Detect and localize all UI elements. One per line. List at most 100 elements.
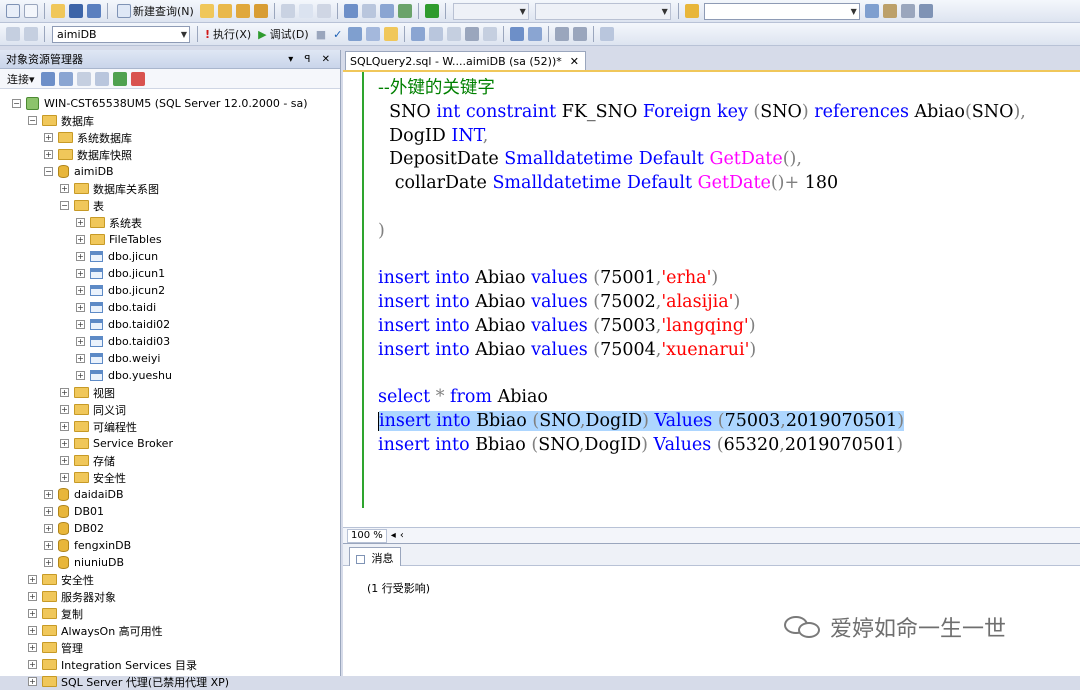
save-icon[interactable] <box>69 4 83 18</box>
expand-icon[interactable]: + <box>76 320 85 329</box>
results-to-grid-icon[interactable] <box>465 27 480 41</box>
tools-icon[interactable] <box>900 4 915 18</box>
expand-icon[interactable]: + <box>60 439 69 448</box>
tree-node[interactable]: + dbo.taidi03 <box>76 333 170 350</box>
window-icon[interactable] <box>918 4 933 18</box>
tree-node[interactable]: + niuniuDB <box>44 554 124 571</box>
mdx-query-icon[interactable] <box>235 4 250 18</box>
expand-icon[interactable]: + <box>44 558 53 567</box>
expand-icon[interactable]: + <box>44 133 53 142</box>
uncomment-icon[interactable] <box>528 27 543 41</box>
collapse-icon[interactable]: − <box>44 167 53 176</box>
expand-icon[interactable]: + <box>76 303 85 312</box>
analysis-query-icon[interactable] <box>217 4 232 18</box>
properties-icon[interactable] <box>882 4 897 18</box>
solution-config-dropdown[interactable]: ▼ <box>452 2 529 20</box>
tab-sqlquery2[interactable]: SQLQuery2.sql - W....aimiDB (sa (52))* ✕ <box>345 51 586 71</box>
tree-node[interactable]: + dbo.weiyi <box>76 350 160 367</box>
tree-node[interactable]: + dbo.taidi <box>76 299 156 316</box>
redo-icon[interactable] <box>361 4 376 18</box>
find-icon[interactable] <box>684 4 699 18</box>
expand-icon[interactable]: + <box>28 575 37 584</box>
zoom-level[interactable]: 100 % <box>347 528 387 543</box>
expand-icon[interactable]: + <box>76 235 85 244</box>
results-to-text-icon[interactable] <box>447 27 462 41</box>
find-in-files-icon[interactable] <box>864 4 879 18</box>
activity-icon[interactable] <box>130 71 145 86</box>
paste-icon[interactable] <box>316 4 331 18</box>
expand-icon[interactable]: + <box>28 643 37 652</box>
save-all-icon[interactable] <box>87 4 101 18</box>
expand-icon[interactable]: + <box>76 269 85 278</box>
query-editor[interactable]: --外键的关键字 SNO int constraint FK_SNO Forei… <box>343 70 1080 527</box>
connect-object-explorer-icon[interactable] <box>40 71 55 86</box>
tree-node[interactable]: + 安全性 <box>60 469 126 486</box>
expand-icon[interactable]: + <box>28 626 37 635</box>
expand-icon[interactable]: + <box>28 609 37 618</box>
collapse-icon[interactable]: − <box>28 116 37 125</box>
tree-node[interactable]: + Service Broker <box>60 435 173 452</box>
start-icon[interactable] <box>424 4 439 18</box>
scroll-left-icon[interactable]: ◂ <box>391 530 396 541</box>
expand-icon[interactable]: + <box>76 252 85 261</box>
display-plan-icon[interactable] <box>348 27 363 41</box>
tree-node[interactable]: − 表 <box>60 197 104 214</box>
tree-node[interactable]: + fengxinDB <box>44 537 131 554</box>
expand-icon[interactable]: + <box>44 150 53 159</box>
filter-icon[interactable] <box>94 71 109 86</box>
debug-button[interactable]: ▶ 调试(D) <box>255 25 312 44</box>
tree-node[interactable]: + AlwaysOn 高可用性 <box>28 622 163 639</box>
expand-icon[interactable]: + <box>44 541 53 550</box>
execute-button[interactable]: ! 执行(X) <box>202 25 254 44</box>
expand-icon[interactable]: + <box>28 660 37 669</box>
tree-node[interactable]: + DB01 <box>44 503 104 520</box>
tree-node[interactable]: + 系统表 <box>76 214 142 231</box>
activity-monitor-icon[interactable] <box>397 4 412 18</box>
cancel-query-button[interactable]: ■ <box>313 25 329 44</box>
code-area[interactable]: --外键的关键字 SNO int constraint FK_SNO Forei… <box>378 77 1026 458</box>
tree-node[interactable]: − aimiDB <box>44 163 114 180</box>
expand-icon[interactable]: + <box>60 456 69 465</box>
tree-node[interactable]: + dbo.jicun2 <box>76 282 165 299</box>
available-databases-dropdown[interactable]: aimiDB ▼ <box>52 25 190 43</box>
tree-node[interactable]: + 数据库关系图 <box>60 180 159 197</box>
cut-icon[interactable] <box>280 4 295 18</box>
results-to-icon[interactable] <box>384 27 399 41</box>
pane-controls[interactable]: ▾ ꟼ ✕ <box>288 54 334 65</box>
expand-icon[interactable]: + <box>76 286 85 295</box>
expand-icon[interactable]: + <box>76 371 85 380</box>
tree-node[interactable]: + 管理 <box>28 639 83 656</box>
query-designer-icon[interactable] <box>366 27 381 41</box>
include-plan-icon[interactable] <box>411 27 426 41</box>
decrease-indent-icon[interactable] <box>555 27 570 41</box>
xmla-query-icon[interactable] <box>253 4 268 18</box>
tab-messages[interactable]: 消息 <box>349 547 401 566</box>
tree-node[interactable]: + FileTables <box>76 231 162 248</box>
refresh-icon[interactable] <box>112 71 127 86</box>
close-icon[interactable]: ✕ <box>570 55 579 71</box>
client-statistics-icon[interactable] <box>429 27 444 41</box>
expand-icon[interactable]: + <box>28 677 37 686</box>
tree-node[interactable]: − WIN-CST65538UM5 (SQL Server 12.0.2000 -… <box>12 95 308 112</box>
tree-node[interactable]: + 存储 <box>60 452 115 469</box>
expand-icon[interactable]: + <box>60 388 69 397</box>
expand-icon[interactable]: + <box>44 524 53 533</box>
tree-node[interactable]: + 服务器对象 <box>28 588 116 605</box>
specify-template-values-icon[interactable] <box>600 27 615 41</box>
expand-icon[interactable]: + <box>28 592 37 601</box>
disconnect-icon[interactable] <box>58 71 73 86</box>
stop-icon[interactable] <box>76 71 91 86</box>
connect-icon[interactable] <box>6 27 20 41</box>
database-engine-query-icon[interactable] <box>199 4 214 18</box>
collapse-icon[interactable]: − <box>60 201 69 210</box>
tree-node[interactable]: + Integration Services 目录 <box>28 656 197 673</box>
results-to-file-icon[interactable] <box>483 27 498 41</box>
tree-node[interactable]: + dbo.jicun1 <box>76 265 165 282</box>
tree-node[interactable]: + 复制 <box>28 605 83 622</box>
tree-node[interactable]: + 可编程性 <box>60 418 137 435</box>
change-connection-icon[interactable] <box>24 27 38 41</box>
new-item-icon[interactable] <box>6 4 20 18</box>
tree-node[interactable]: + dbo.taidi02 <box>76 316 170 333</box>
tree-node[interactable]: + DB02 <box>44 520 104 537</box>
tree-node[interactable]: − 数据库 <box>28 112 94 129</box>
